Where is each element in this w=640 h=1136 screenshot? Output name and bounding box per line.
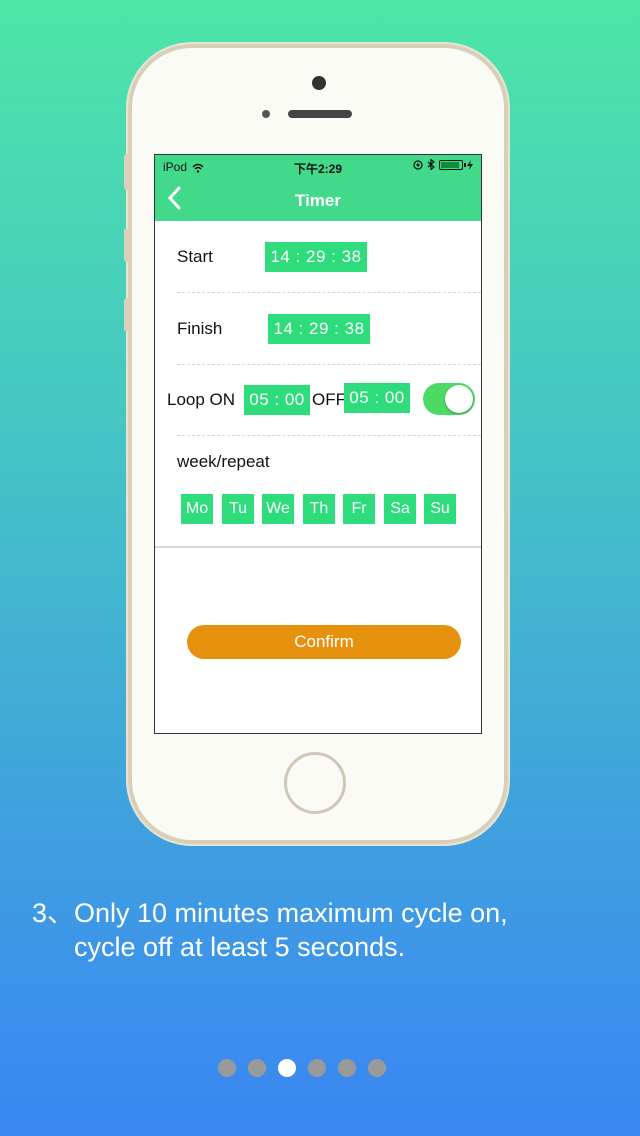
charging-icon <box>467 159 473 170</box>
earpiece-speaker <box>288 110 352 118</box>
page-title: Timer <box>295 191 341 210</box>
page-dot-6[interactable] <box>368 1059 386 1077</box>
orientation-lock-icon <box>413 159 423 170</box>
bluetooth-icon <box>427 159 435 170</box>
start-time-picker[interactable]: 14 : 29 : 38 <box>265 242 367 272</box>
day-fr-button[interactable]: Fr <box>343 494 375 524</box>
page-dot-1[interactable] <box>218 1059 236 1077</box>
loop-off-label: OFF <box>312 390 346 409</box>
week-repeat-label: week/repeat <box>177 452 270 471</box>
row-divider <box>177 435 481 436</box>
loop-off-time-picker[interactable]: 05 : 00 <box>344 383 410 413</box>
page-dot-2[interactable] <box>248 1059 266 1077</box>
caption-line-1: Only 10 minutes maximum cycle on, <box>74 898 508 928</box>
day-th-button[interactable]: Th <box>303 494 335 524</box>
status-right <box>413 159 473 170</box>
weekday-selector: Mo Tu We Th Fr Sa Su <box>155 494 481 524</box>
page-indicator[interactable] <box>218 1059 386 1077</box>
page-dot-3[interactable] <box>278 1059 296 1077</box>
volume-down-button <box>124 298 132 332</box>
loop-on-time-picker[interactable]: 05 : 00 <box>244 385 310 415</box>
day-mo-button[interactable]: Mo <box>181 494 213 524</box>
day-su-button[interactable]: Su <box>424 494 456 524</box>
finish-time-picker[interactable]: 14 : 29 : 38 <box>268 314 370 344</box>
volume-up-button <box>124 228 132 262</box>
section-separator <box>155 546 481 548</box>
mute-switch <box>124 154 132 190</box>
status-bar: iPod 下午2:29 <box>155 155 481 179</box>
front-camera <box>312 76 326 90</box>
finish-label: Finish <box>177 319 223 338</box>
row-divider <box>177 292 481 293</box>
home-button <box>284 752 346 814</box>
confirm-button[interactable]: Confirm <box>187 625 461 659</box>
sensor-dot <box>262 110 270 118</box>
start-label: Start <box>177 247 213 266</box>
nav-header: iPod 下午2:29 Timer <box>155 155 481 221</box>
app-screen: iPod 下午2:29 Timer Start 14: 29: 38 Fin… <box>154 154 482 734</box>
loop-on-label: Loop ON <box>167 390 236 409</box>
page-dot-5[interactable] <box>338 1059 356 1077</box>
day-tu-button[interactable]: Tu <box>222 494 254 524</box>
caption-line-2: cycle off at least 5 seconds. <box>74 932 406 962</box>
page-dot-4[interactable] <box>308 1059 326 1077</box>
row-divider <box>177 364 481 365</box>
battery-icon <box>439 159 466 170</box>
toggle-knob <box>445 385 473 413</box>
loop-toggle[interactable] <box>423 383 475 415</box>
day-sa-button[interactable]: Sa <box>384 494 416 524</box>
caption-number: 3、 <box>32 898 75 928</box>
day-we-button[interactable]: We <box>262 494 294 524</box>
